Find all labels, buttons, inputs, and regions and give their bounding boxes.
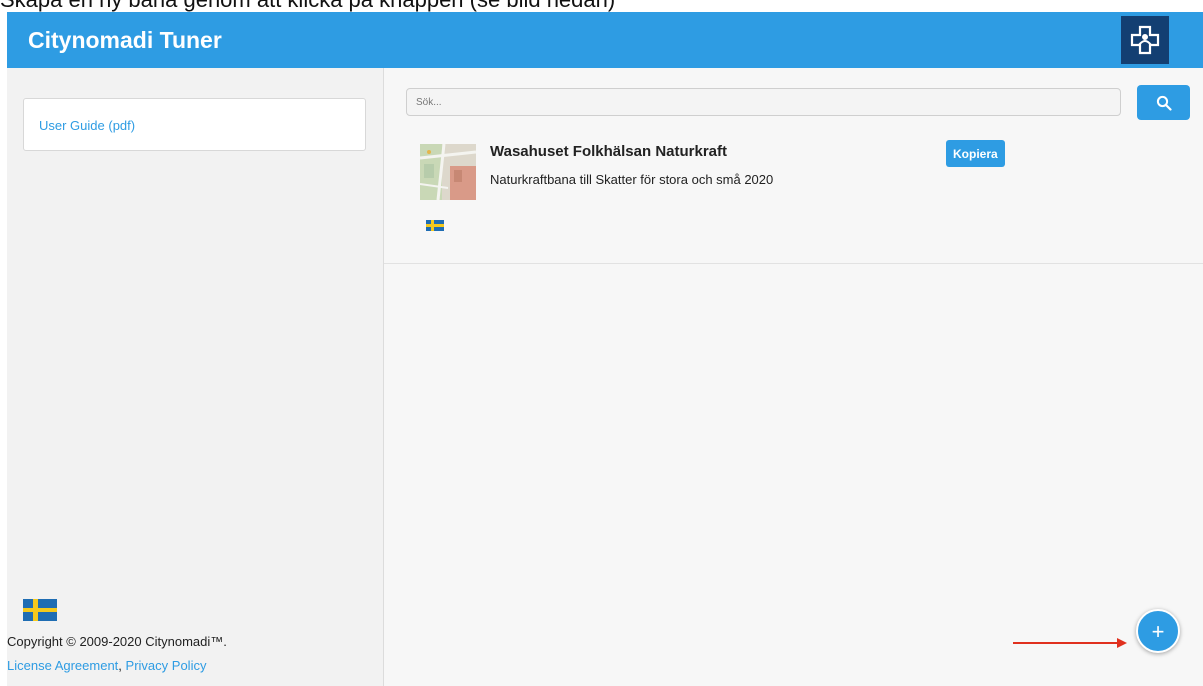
user-guide-card: User Guide (pdf) (23, 98, 366, 151)
list-item[interactable]: Wasahuset Folkhälsan Naturkraft Naturkra… (384, 138, 1203, 264)
citynomadi-logo-icon[interactable] (1121, 16, 1169, 64)
app-window: Citynomadi Tuner User Guide (pdf) Copyri… (7, 12, 1203, 686)
page-caption: Skapa en ny bana genom att klicka på kna… (0, 0, 1203, 12)
main-panel: Wasahuset Folkhälsan Naturkraft Naturkra… (384, 68, 1203, 686)
copy-button[interactable]: Kopiera (946, 140, 1005, 167)
add-course-button[interactable]: + (1136, 609, 1180, 653)
search-input[interactable] (406, 88, 1121, 116)
search-button[interactable] (1137, 85, 1190, 120)
item-description: Naturkraftbana till Skatter för stora oc… (490, 172, 774, 187)
swedish-flag-icon[interactable] (23, 599, 57, 621)
swedish-flag-icon (426, 220, 444, 231)
annotation-arrow-icon (1013, 638, 1127, 648)
privacy-policy-link[interactable]: Privacy Policy (126, 658, 207, 673)
map-thumbnail (420, 144, 476, 200)
legal-separator: , (118, 658, 122, 673)
item-title[interactable]: Wasahuset Folkhälsan Naturkraft (490, 143, 727, 160)
sidebar: User Guide (pdf) Copyright © 2009-2020 C… (7, 68, 384, 686)
top-bar: Citynomadi Tuner (7, 12, 1203, 68)
search-icon (1156, 95, 1172, 111)
copyright-text: Copyright © 2009-2020 Citynomadi™. (7, 634, 227, 649)
legal-links: License Agreement, Privacy Policy (7, 658, 206, 673)
app-title: Citynomadi Tuner (28, 27, 222, 53)
license-agreement-link[interactable]: License Agreement (7, 658, 118, 673)
user-guide-link[interactable]: User Guide (pdf) (39, 118, 135, 133)
